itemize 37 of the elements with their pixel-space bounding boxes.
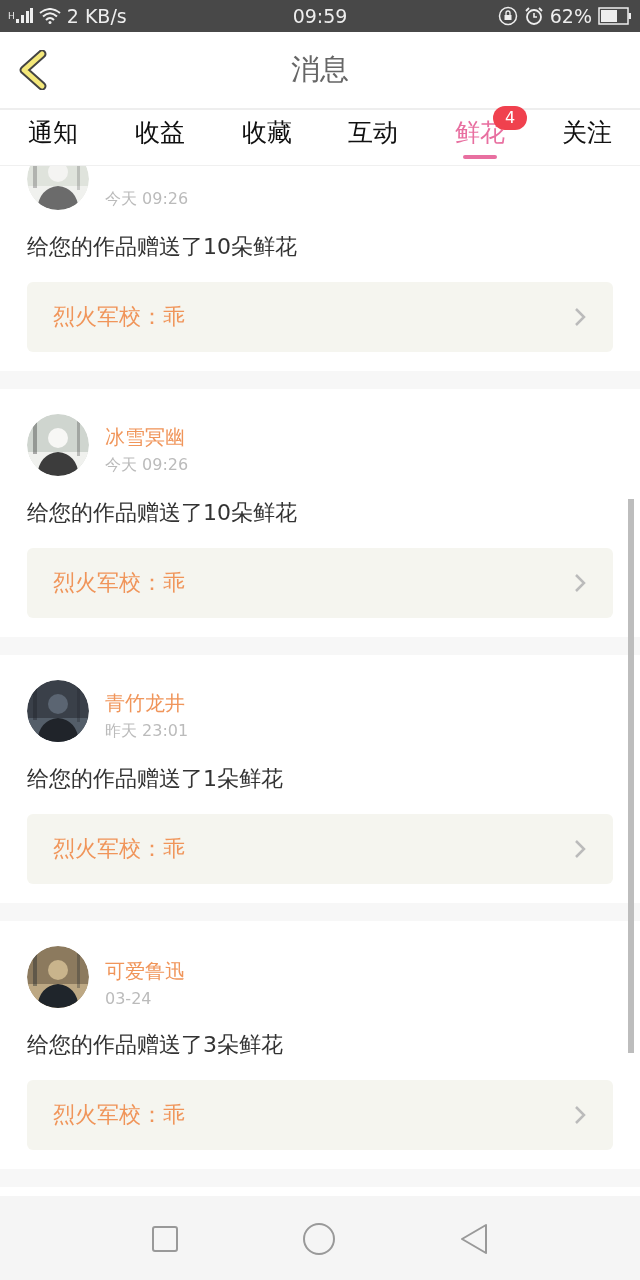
message-time: 03-24 xyxy=(105,989,153,1008)
wifi-icon xyxy=(38,8,61,24)
recents-button[interactable] xyxy=(151,1224,180,1253)
chevron-icon xyxy=(573,1104,587,1126)
signal-icon xyxy=(14,8,33,24)
tab[interactable]: 关注 xyxy=(533,110,640,165)
user-name[interactable]: 青竹龙井 xyxy=(105,690,189,717)
clock: 09:59 xyxy=(292,5,348,27)
network-speed: 2 KB/s xyxy=(66,5,127,27)
back-nav-button[interactable] xyxy=(458,1222,489,1255)
alarm-icon xyxy=(523,6,544,26)
message-text: 给您的作品赠送了1朵鲜花 xyxy=(27,765,284,793)
work-link[interactable]: 烈火军校：乖 xyxy=(27,1080,613,1150)
message-text: 给您的作品赠送了10朵鲜花 xyxy=(27,499,298,527)
user-name[interactable]: 冰雪冥幽 xyxy=(105,424,189,451)
message-time: 今天 09:26 xyxy=(105,455,189,476)
message-text: 给您的作品赠送了10朵鲜花 xyxy=(27,233,298,261)
chevron-icon xyxy=(573,838,587,860)
rotation-lock-icon xyxy=(497,6,518,26)
page-title: 消息 xyxy=(290,51,350,88)
chevron-icon xyxy=(573,306,587,328)
network-type: H xyxy=(8,11,15,21)
message-text: 给您的作品赠送了3朵鲜花 xyxy=(27,1031,284,1059)
battery-level: 62% xyxy=(549,5,592,27)
home-button[interactable] xyxy=(302,1221,336,1256)
user-name[interactable]: 可爱鲁迅 xyxy=(105,958,185,985)
tab[interactable]: 收藏 xyxy=(213,110,320,165)
message-time: 今天 09:26 xyxy=(105,189,189,210)
battery-icon xyxy=(598,7,632,25)
tab[interactable]: 互动 xyxy=(320,110,427,165)
work-link[interactable]: 烈火军校：乖 xyxy=(27,814,613,884)
tab[interactable]: 收益 xyxy=(106,110,214,165)
message-time: 昨天 23:01 xyxy=(105,721,189,742)
work-link[interactable]: 烈火军校：乖 xyxy=(27,548,613,618)
tab[interactable]: 通知 xyxy=(0,110,107,165)
work-link[interactable]: 烈火军校：乖 xyxy=(27,282,613,352)
chevron-icon xyxy=(573,572,587,594)
